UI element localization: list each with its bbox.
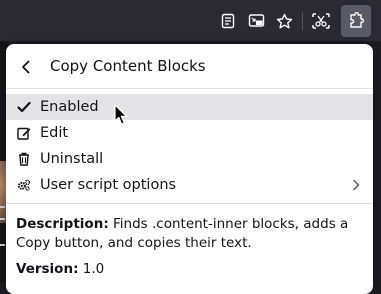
script-menu: Enabled Edit Uninstall User script optio… (6, 94, 373, 198)
picture-in-picture-icon[interactable] (243, 8, 269, 34)
page-background-right (372, 41, 381, 282)
toolbar-separator (302, 12, 303, 30)
chevron-right-icon (353, 179, 360, 191)
page-text-fragment (0, 206, 5, 208)
menu-item-label: Enabled (40, 99, 99, 115)
menu-item-user-script-options[interactable]: User script options (6, 172, 373, 198)
chevron-left-icon (22, 60, 30, 74)
browser-toolbar (0, 0, 381, 41)
mouse-cursor-icon (114, 104, 128, 125)
page-text-fragment (0, 218, 5, 220)
trash-icon (17, 152, 31, 166)
details-divider (6, 203, 373, 204)
menu-item-edit[interactable]: Edit (6, 120, 373, 146)
version-label: Version: (16, 261, 79, 277)
extensions-icon[interactable] (341, 5, 371, 37)
menu-item-enabled[interactable]: Enabled (6, 94, 373, 120)
screenshot-icon[interactable] (308, 8, 334, 34)
popup-title: Copy Content Blocks (50, 57, 206, 75)
gears-icon (17, 178, 31, 192)
script-version: Version: 1.0 (16, 260, 366, 279)
page-text-fragment (0, 244, 5, 246)
popup-header: Copy Content Blocks (6, 44, 373, 88)
checkmark-icon (17, 100, 31, 114)
script-details: Description: Finds .content-inner blocks… (16, 215, 366, 279)
reader-view-icon[interactable] (215, 8, 241, 34)
version-value: 1.0 (78, 261, 105, 277)
bookmark-star-icon[interactable] (271, 8, 297, 34)
script-description: Description: Finds .content-inner blocks… (16, 215, 366, 253)
extension-popup: Copy Content Blocks Enabled Edit Uninsta… (6, 44, 373, 294)
description-label: Description: (16, 216, 109, 232)
menu-item-label: User script options (40, 177, 177, 193)
edit-icon (17, 126, 31, 140)
menu-item-label: Edit (40, 125, 69, 141)
menu-item-label: Uninstall (40, 151, 104, 167)
header-divider (6, 88, 373, 89)
menu-item-uninstall[interactable]: Uninstall (6, 146, 373, 172)
back-button[interactable] (14, 55, 38, 79)
